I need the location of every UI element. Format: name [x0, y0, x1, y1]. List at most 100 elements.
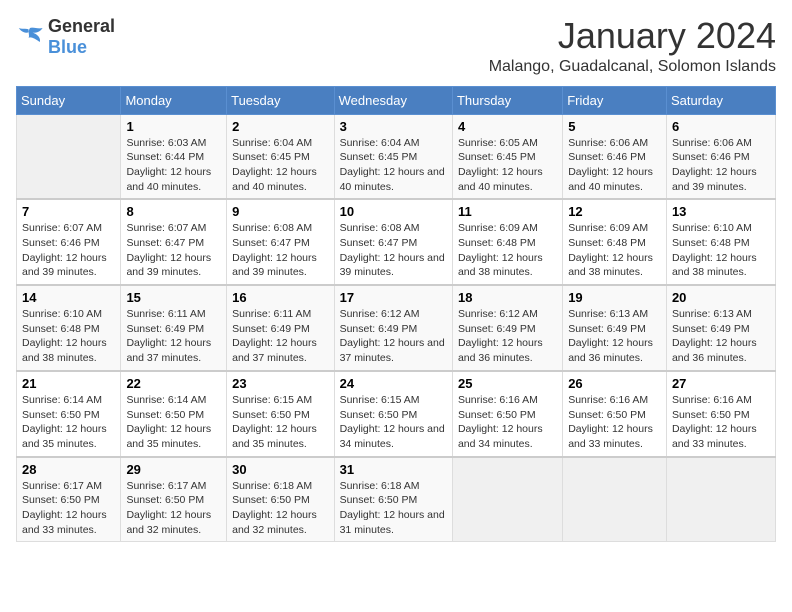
day-info: Sunrise: 6:11 AM Sunset: 6:49 PM Dayligh…	[126, 307, 221, 366]
day-info: Sunrise: 6:10 AM Sunset: 6:48 PM Dayligh…	[672, 221, 770, 280]
day-number: 1	[126, 119, 221, 134]
day-info: Sunrise: 6:16 AM Sunset: 6:50 PM Dayligh…	[458, 393, 557, 452]
day-info: Sunrise: 6:08 AM Sunset: 6:47 PM Dayligh…	[340, 221, 447, 280]
day-number: 6	[672, 119, 770, 134]
day-number: 31	[340, 462, 447, 477]
weekday-header: Thursday	[452, 86, 562, 114]
page-title: January 2024	[489, 16, 776, 56]
calendar-cell: 18 Sunrise: 6:12 AM Sunset: 6:49 PM Dayl…	[452, 285, 562, 371]
calendar-cell: 25 Sunrise: 6:16 AM Sunset: 6:50 PM Dayl…	[452, 371, 562, 457]
calendar-cell: 20 Sunrise: 6:13 AM Sunset: 6:49 PM Dayl…	[666, 285, 775, 371]
calendar-cell: 5 Sunrise: 6:06 AM Sunset: 6:46 PM Dayli…	[563, 114, 667, 199]
calendar-cell	[452, 457, 562, 542]
day-info: Sunrise: 6:06 AM Sunset: 6:46 PM Dayligh…	[672, 136, 770, 195]
calendar-cell: 1 Sunrise: 6:03 AM Sunset: 6:44 PM Dayli…	[121, 114, 227, 199]
calendar-cell: 24 Sunrise: 6:15 AM Sunset: 6:50 PM Dayl…	[334, 371, 452, 457]
day-info: Sunrise: 6:09 AM Sunset: 6:48 PM Dayligh…	[568, 221, 661, 280]
day-info: Sunrise: 6:07 AM Sunset: 6:47 PM Dayligh…	[126, 221, 221, 280]
calendar-cell: 26 Sunrise: 6:16 AM Sunset: 6:50 PM Dayl…	[563, 371, 667, 457]
day-number: 10	[340, 204, 447, 219]
weekday-header: Wednesday	[334, 86, 452, 114]
calendar-cell: 15 Sunrise: 6:11 AM Sunset: 6:49 PM Dayl…	[121, 285, 227, 371]
day-number: 15	[126, 290, 221, 305]
calendar-cell: 29 Sunrise: 6:17 AM Sunset: 6:50 PM Dayl…	[121, 457, 227, 542]
calendar-cell: 11 Sunrise: 6:09 AM Sunset: 6:48 PM Dayl…	[452, 199, 562, 285]
day-info: Sunrise: 6:05 AM Sunset: 6:45 PM Dayligh…	[458, 136, 557, 195]
calendar-table: SundayMondayTuesdayWednesdayThursdayFrid…	[16, 86, 776, 543]
day-number: 16	[232, 290, 328, 305]
day-number: 23	[232, 376, 328, 391]
day-number: 4	[458, 119, 557, 134]
weekday-header: Sunday	[17, 86, 121, 114]
calendar-cell: 9 Sunrise: 6:08 AM Sunset: 6:47 PM Dayli…	[227, 199, 334, 285]
page-subtitle: Malango, Guadalcanal, Solomon Islands	[489, 58, 776, 76]
day-number: 13	[672, 204, 770, 219]
header-row: SundayMondayTuesdayWednesdayThursdayFrid…	[17, 86, 776, 114]
day-info: Sunrise: 6:04 AM Sunset: 6:45 PM Dayligh…	[340, 136, 447, 195]
calendar-cell	[563, 457, 667, 542]
day-info: Sunrise: 6:16 AM Sunset: 6:50 PM Dayligh…	[568, 393, 661, 452]
calendar-row: 1 Sunrise: 6:03 AM Sunset: 6:44 PM Dayli…	[17, 114, 776, 199]
calendar-cell: 13 Sunrise: 6:10 AM Sunset: 6:48 PM Dayl…	[666, 199, 775, 285]
day-info: Sunrise: 6:13 AM Sunset: 6:49 PM Dayligh…	[672, 307, 770, 366]
calendar-cell: 21 Sunrise: 6:14 AM Sunset: 6:50 PM Dayl…	[17, 371, 121, 457]
calendar-cell	[17, 114, 121, 199]
day-info: Sunrise: 6:09 AM Sunset: 6:48 PM Dayligh…	[458, 221, 557, 280]
day-number: 20	[672, 290, 770, 305]
calendar-cell: 22 Sunrise: 6:14 AM Sunset: 6:50 PM Dayl…	[121, 371, 227, 457]
calendar-cell: 4 Sunrise: 6:05 AM Sunset: 6:45 PM Dayli…	[452, 114, 562, 199]
day-info: Sunrise: 6:16 AM Sunset: 6:50 PM Dayligh…	[672, 393, 770, 452]
calendar-cell: 17 Sunrise: 6:12 AM Sunset: 6:49 PM Dayl…	[334, 285, 452, 371]
calendar-cell: 23 Sunrise: 6:15 AM Sunset: 6:50 PM Dayl…	[227, 371, 334, 457]
day-info: Sunrise: 6:18 AM Sunset: 6:50 PM Dayligh…	[232, 479, 328, 538]
day-number: 18	[458, 290, 557, 305]
calendar-cell: 2 Sunrise: 6:04 AM Sunset: 6:45 PM Dayli…	[227, 114, 334, 199]
day-number: 7	[22, 204, 115, 219]
calendar-cell: 7 Sunrise: 6:07 AM Sunset: 6:46 PM Dayli…	[17, 199, 121, 285]
day-info: Sunrise: 6:10 AM Sunset: 6:48 PM Dayligh…	[22, 307, 115, 366]
day-number: 11	[458, 204, 557, 219]
calendar-cell	[666, 457, 775, 542]
calendar-cell: 6 Sunrise: 6:06 AM Sunset: 6:46 PM Dayli…	[666, 114, 775, 199]
calendar-row: 7 Sunrise: 6:07 AM Sunset: 6:46 PM Dayli…	[17, 199, 776, 285]
day-info: Sunrise: 6:04 AM Sunset: 6:45 PM Dayligh…	[232, 136, 328, 195]
day-info: Sunrise: 6:17 AM Sunset: 6:50 PM Dayligh…	[22, 479, 115, 538]
day-number: 17	[340, 290, 447, 305]
day-info: Sunrise: 6:18 AM Sunset: 6:50 PM Dayligh…	[340, 479, 447, 538]
day-number: 27	[672, 376, 770, 391]
day-info: Sunrise: 6:12 AM Sunset: 6:49 PM Dayligh…	[458, 307, 557, 366]
day-number: 5	[568, 119, 661, 134]
day-info: Sunrise: 6:14 AM Sunset: 6:50 PM Dayligh…	[126, 393, 221, 452]
day-number: 26	[568, 376, 661, 391]
day-info: Sunrise: 6:15 AM Sunset: 6:50 PM Dayligh…	[232, 393, 328, 452]
day-number: 19	[568, 290, 661, 305]
day-number: 21	[22, 376, 115, 391]
day-info: Sunrise: 6:12 AM Sunset: 6:49 PM Dayligh…	[340, 307, 447, 366]
day-number: 22	[126, 376, 221, 391]
calendar-cell: 31 Sunrise: 6:18 AM Sunset: 6:50 PM Dayl…	[334, 457, 452, 542]
day-info: Sunrise: 6:06 AM Sunset: 6:46 PM Dayligh…	[568, 136, 661, 195]
logo: General Blue	[16, 16, 115, 58]
calendar-row: 28 Sunrise: 6:17 AM Sunset: 6:50 PM Dayl…	[17, 457, 776, 542]
day-number: 28	[22, 462, 115, 477]
calendar-cell: 3 Sunrise: 6:04 AM Sunset: 6:45 PM Dayli…	[334, 114, 452, 199]
day-info: Sunrise: 6:13 AM Sunset: 6:49 PM Dayligh…	[568, 307, 661, 366]
title-area: January 2024 Malango, Guadalcanal, Solom…	[489, 16, 776, 76]
weekday-header: Saturday	[666, 86, 775, 114]
day-number: 12	[568, 204, 661, 219]
weekday-header: Tuesday	[227, 86, 334, 114]
logo-text: General Blue	[48, 16, 115, 58]
weekday-header: Monday	[121, 86, 227, 114]
day-number: 25	[458, 376, 557, 391]
day-info: Sunrise: 6:07 AM Sunset: 6:46 PM Dayligh…	[22, 221, 115, 280]
calendar-cell: 12 Sunrise: 6:09 AM Sunset: 6:48 PM Dayl…	[563, 199, 667, 285]
header: General Blue January 2024 Malango, Guada…	[16, 16, 776, 76]
calendar-cell: 19 Sunrise: 6:13 AM Sunset: 6:49 PM Dayl…	[563, 285, 667, 371]
calendar-cell: 27 Sunrise: 6:16 AM Sunset: 6:50 PM Dayl…	[666, 371, 775, 457]
calendar-row: 21 Sunrise: 6:14 AM Sunset: 6:50 PM Dayl…	[17, 371, 776, 457]
day-info: Sunrise: 6:03 AM Sunset: 6:44 PM Dayligh…	[126, 136, 221, 195]
day-info: Sunrise: 6:17 AM Sunset: 6:50 PM Dayligh…	[126, 479, 221, 538]
day-info: Sunrise: 6:14 AM Sunset: 6:50 PM Dayligh…	[22, 393, 115, 452]
calendar-cell: 16 Sunrise: 6:11 AM Sunset: 6:49 PM Dayl…	[227, 285, 334, 371]
day-number: 14	[22, 290, 115, 305]
